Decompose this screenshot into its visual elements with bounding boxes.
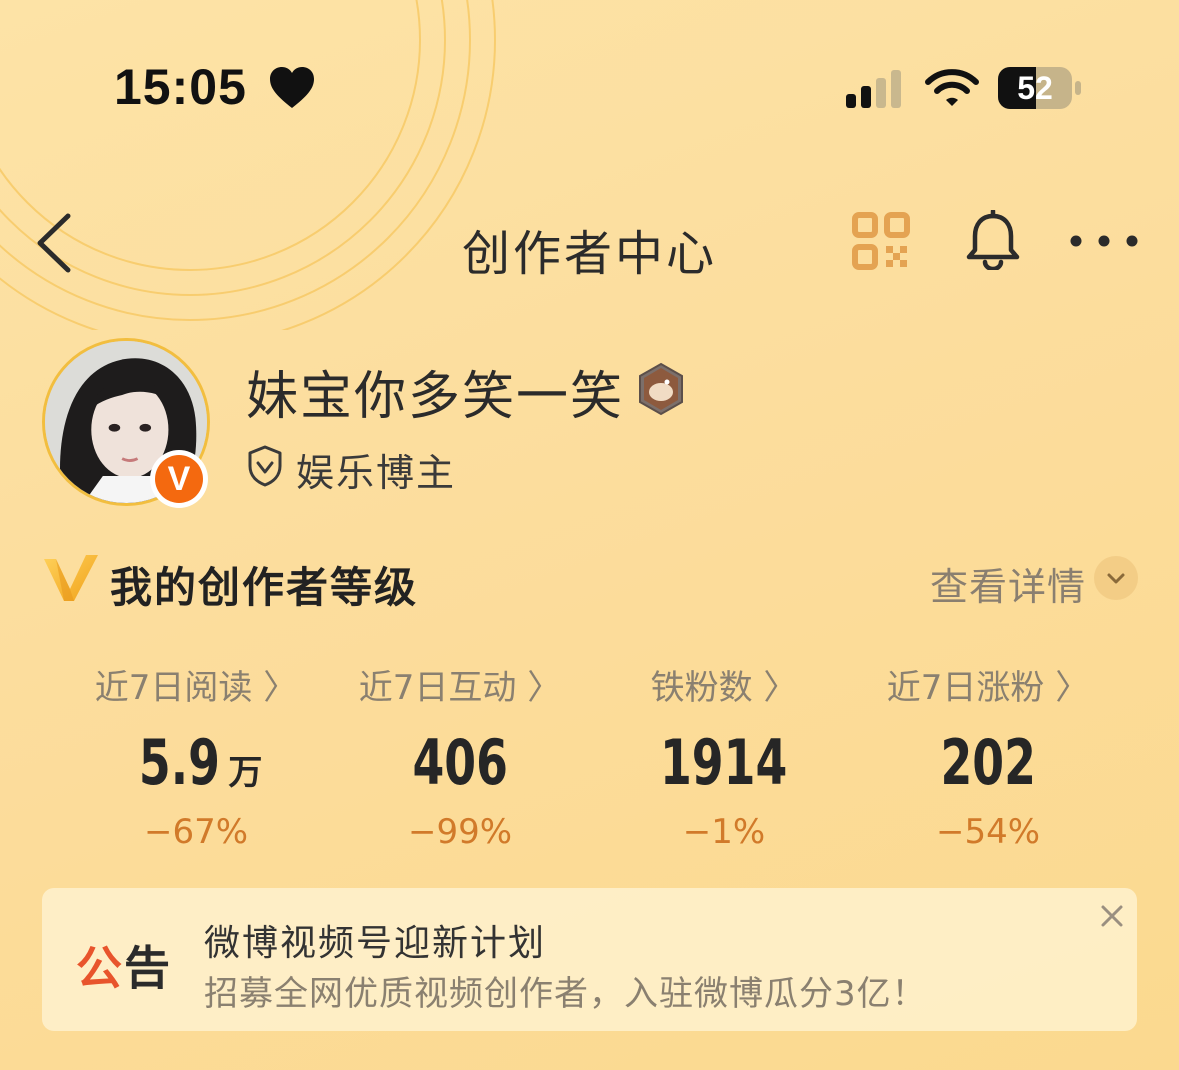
shield-check-icon bbox=[248, 445, 282, 487]
stat-loyal-fans[interactable]: 铁粉数 〉 1914 −1% bbox=[592, 660, 856, 860]
stats-row: 近7日阅读 〉 5.9 万 −67% 近7日互动 〉 406 −99% 铁粉数 〉… bbox=[64, 660, 1120, 860]
username: 妹宝你多笑一笑 bbox=[246, 367, 625, 427]
stat-interactions[interactable]: 近7日互动 〉 406 −99% bbox=[328, 660, 592, 860]
stat-new-followers[interactable]: 近7日涨粉 〉 202 −54% bbox=[856, 660, 1120, 860]
stat-label: 近7日阅读 〉 bbox=[94, 668, 298, 708]
creator-v-logo-icon bbox=[44, 555, 98, 601]
more-options-icon[interactable] bbox=[1068, 226, 1140, 256]
announcement-title: 微博视频号迎新计划 bbox=[204, 923, 547, 964]
creator-level-title: 我的创作者等级 bbox=[110, 563, 419, 612]
creator-category: 娱乐博主 bbox=[296, 451, 457, 495]
wifi-icon bbox=[925, 69, 979, 106]
announcement-label: 公告 bbox=[76, 941, 172, 995]
heart-icon bbox=[270, 67, 314, 108]
stat-change: −67% bbox=[143, 812, 249, 852]
verified-v-badge: V bbox=[150, 450, 208, 508]
stat-value: 5.9 万 bbox=[138, 726, 263, 799]
battery-indicator: 52 bbox=[998, 67, 1082, 109]
creator-level-medal-icon[interactable] bbox=[636, 362, 686, 416]
stat-label: 铁粉数 〉 bbox=[650, 668, 798, 708]
stat-label: 近7日互动 〉 bbox=[358, 668, 562, 708]
battery-percent: 52 bbox=[1017, 70, 1053, 106]
qr-code-icon[interactable] bbox=[852, 212, 910, 270]
bell-icon[interactable] bbox=[964, 210, 1022, 270]
stat-value: 202 bbox=[940, 726, 1036, 799]
stat-value: 1914 bbox=[660, 726, 788, 799]
stat-change: −1% bbox=[682, 812, 766, 852]
chevron-down-icon bbox=[1107, 573, 1125, 584]
v-badge-letter: V bbox=[155, 455, 203, 503]
view-details-link[interactable]: 查看详情 bbox=[930, 556, 1086, 611]
stat-change: −99% bbox=[407, 812, 513, 852]
stat-reads[interactable]: 近7日阅读 〉 5.9 万 −67% bbox=[64, 660, 328, 860]
announcement-banner[interactable]: 公告 微博视频号迎新计划 招募全网优质视频创作者，入驻微博瓜分3亿！ bbox=[42, 888, 1137, 1031]
view-details-button[interactable] bbox=[1094, 556, 1138, 600]
close-icon[interactable] bbox=[1092, 896, 1132, 936]
stat-change: −54% bbox=[935, 812, 1041, 852]
stat-value: 406 bbox=[412, 726, 508, 799]
stat-label: 近7日涨粉 〉 bbox=[886, 668, 1090, 708]
status-time: 15:05 bbox=[114, 59, 247, 115]
cellular-signal-icon bbox=[846, 70, 901, 108]
announcement-description: 招募全网优质视频创作者，入驻微博瓜分3亿！ bbox=[204, 974, 927, 1014]
